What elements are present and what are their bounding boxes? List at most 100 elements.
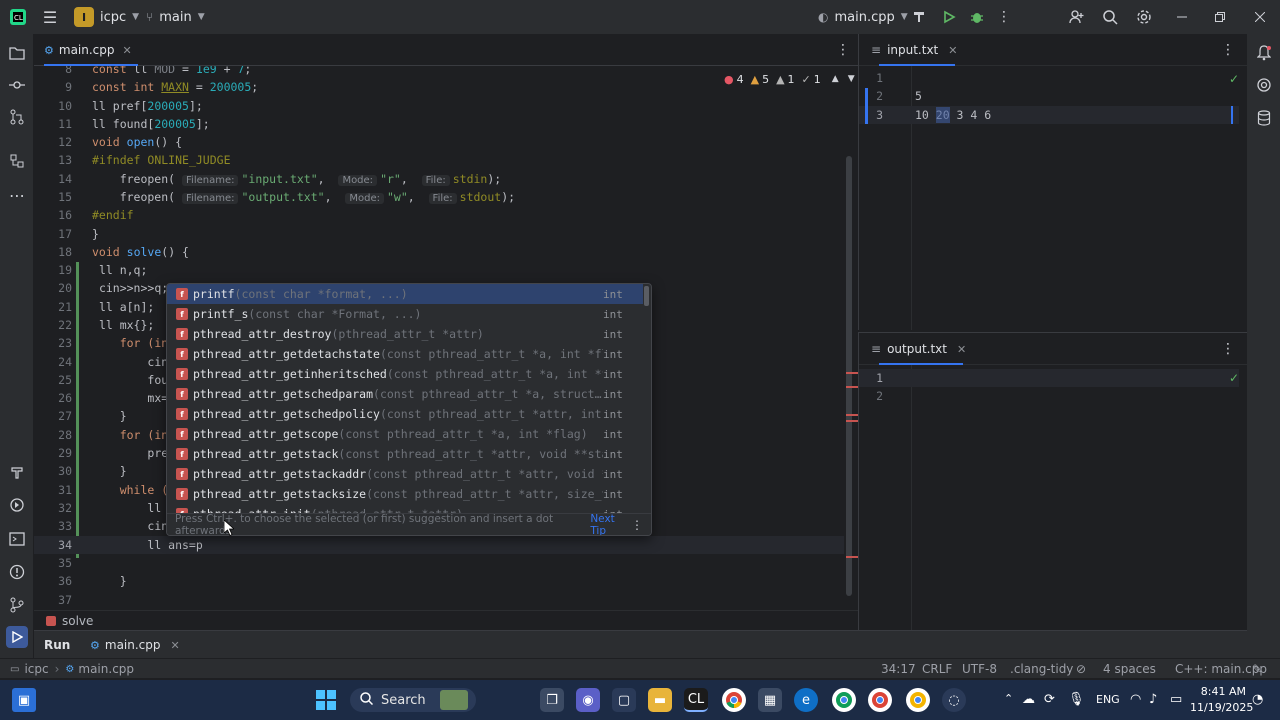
clion-taskbar-icon[interactable]: CL [684, 688, 708, 712]
windows-start-icon[interactable] [314, 688, 338, 712]
onedrive-cloud-icon[interactable]: ☁ [1022, 692, 1035, 707]
terminal-icon[interactable] [6, 528, 28, 550]
debug-icon[interactable] [966, 0, 988, 34]
function-icon: f [176, 408, 188, 420]
store-icon[interactable]: ▦ [758, 688, 782, 712]
breadcrumb[interactable]: solve [34, 610, 858, 630]
chevron-down-icon[interactable]: ▼ [848, 74, 855, 84]
settings-gear-icon[interactable] [1133, 0, 1155, 34]
sync-icon[interactable]: ⟳ [1044, 692, 1055, 707]
problems-icon[interactable] [6, 561, 28, 583]
notifications-bell-icon[interactable] [1253, 42, 1275, 64]
file-encoding[interactable]: UTF-8 [962, 659, 997, 679]
code-completion-popup[interactable]: f printf (const char *format, ...) int f prin… [166, 283, 652, 536]
taskbar-search[interactable]: Search [350, 688, 476, 712]
error-stripe-mark[interactable] [846, 386, 858, 388]
line-separator[interactable]: CRLF [922, 659, 952, 679]
close-tab-icon[interactable]: ✕ [948, 44, 957, 57]
task-view-icon[interactable]: ❐ [540, 688, 564, 712]
completion-item[interactable]: f pthread_attr_getdetachstate (const pthre… [167, 344, 643, 364]
project-switcher[interactable]: I icpc ▼ [74, 0, 139, 34]
search-icon[interactable] [1099, 0, 1121, 34]
completion-item[interactable]: f pthread_attr_getscope (const pthread_att… [167, 424, 643, 444]
more-tools-icon[interactable]: ⋯ [6, 184, 28, 206]
branch-switcher[interactable]: ⑂ main ▼ [146, 0, 205, 34]
tab-input-txt[interactable]: ≡ input.txt ✕ [871, 34, 957, 66]
clang-tidy-status[interactable]: .clang-tidy [1010, 659, 1073, 679]
breadcrumb-item[interactable]: solve [62, 614, 93, 628]
editor-scrollbar[interactable] [846, 156, 852, 596]
build-icon[interactable] [908, 0, 930, 34]
close-tab-icon[interactable]: ✕ [123, 44, 132, 57]
pinned-app-icon[interactable]: ◌ [942, 688, 966, 712]
completion-item[interactable]: f pthread_attr_getstackaddr (const pthread… [167, 464, 643, 484]
snip-tool-icon[interactable]: ▢ [612, 688, 636, 712]
completion-item[interactable]: f pthread_attr_getstack (const pthread_att… [167, 444, 643, 464]
completion-item[interactable]: f printf_s (const char *Format, ...) int [167, 304, 643, 324]
status-project[interactable]: icpc [24, 662, 48, 676]
version-control-icon[interactable] [6, 594, 28, 616]
completion-item[interactable]: f pthread_attr_getstacksize (const pthread… [167, 484, 643, 504]
read-only-toggle-icon[interactable]: ✎ [1252, 659, 1262, 679]
restore-button[interactable] [1208, 0, 1232, 34]
commit-icon[interactable] [6, 74, 28, 96]
close-tab-icon[interactable]: ✕ [171, 639, 180, 652]
add-user-icon[interactable] [1066, 0, 1088, 34]
battery-icon[interactable]: ▭ [1170, 692, 1182, 707]
close-window-button[interactable] [1248, 0, 1272, 34]
widgets-icon[interactable]: ▣ [12, 688, 36, 712]
chrome-profile-icon[interactable] [868, 688, 892, 712]
notification-center-icon[interactable]: ◔ [1252, 692, 1263, 707]
tab-main-cpp[interactable]: ⚙ main.cpp ✕ [44, 34, 138, 66]
status-breadcrumb[interactable]: ▭ icpc › ⚙ main.cpp [10, 659, 134, 679]
completion-item[interactable]: f printf (const char *format, ...) int [167, 284, 643, 304]
database-icon[interactable] [1253, 107, 1275, 129]
completion-item[interactable]: f pthread_attr_destroy (pthread_attr_t *at… [167, 324, 643, 344]
main-menu-icon[interactable]: ☰ [38, 0, 62, 34]
teams-icon[interactable]: ◉ [576, 688, 600, 712]
error-stripe-mark[interactable] [846, 414, 858, 416]
indent-setting[interactable]: 4 spaces [1103, 659, 1156, 679]
caret-position[interactable]: 34:17 [881, 659, 916, 679]
volume-icon[interactable]: ♪ [1149, 692, 1157, 707]
chrome-icon[interactable] [722, 688, 746, 712]
tab-options-icon[interactable]: ⋮ [1221, 341, 1235, 357]
completion-item[interactable]: f pthread_attr_getschedparam (const pthrea… [167, 384, 643, 404]
run-icon[interactable] [938, 0, 960, 34]
status-file[interactable]: main.cpp [78, 662, 134, 676]
ai-assistant-icon[interactable] [1253, 74, 1275, 96]
tab-output-txt[interactable]: ≡ output.txt ✕ [871, 333, 966, 365]
completion-item[interactable]: f pthread_attr_getschedpolicy (const pthre… [167, 404, 643, 424]
run-tab-main-cpp[interactable]: ⚙ main.cpp ✕ [90, 631, 180, 659]
project-folder-icon[interactable] [6, 42, 28, 64]
run-config-selector[interactable]: ◐ main.cpp ▼ [818, 0, 908, 34]
vcs-change-marker[interactable] [865, 88, 868, 124]
close-tab-icon[interactable]: ✕ [957, 343, 966, 356]
error-stripe-mark[interactable] [846, 556, 858, 558]
error-stripe-mark[interactable] [846, 420, 858, 422]
build-tool-icon[interactable] [6, 462, 28, 484]
structure-icon[interactable] [6, 150, 28, 172]
file-explorer-icon[interactable]: ▬ [648, 688, 672, 712]
error-stripe-mark[interactable] [846, 372, 858, 374]
no-inspection-icon[interactable]: ⊘ [1076, 659, 1086, 679]
microphone-icon[interactable]: 🎙 [1068, 692, 1085, 707]
language-indicator[interactable]: ENG [1096, 693, 1120, 706]
tab-options-icon[interactable]: ⋮ [1221, 42, 1235, 58]
services-icon[interactable] [6, 494, 28, 516]
wifi-icon[interactable]: ◠ [1130, 692, 1141, 707]
next-tip-link[interactable]: Next Tip [590, 513, 631, 536]
show-hidden-icons-chevron[interactable]: ⌃ [1004, 692, 1013, 705]
run-tool-icon[interactable] [6, 626, 28, 648]
chrome-profile-icon[interactable] [906, 688, 930, 712]
minimize-button[interactable] [1170, 0, 1194, 34]
chrome-profile-icon[interactable] [832, 688, 856, 712]
edge-icon[interactable]: e [794, 688, 818, 712]
popup-options-icon[interactable]: ⋮ [631, 518, 643, 532]
popup-scrollbar[interactable] [644, 286, 649, 306]
more-actions-icon[interactable]: ⋮ [994, 0, 1014, 34]
completion-item[interactable]: f pthread_attr_getinheritsched (const pthr… [167, 364, 643, 384]
tab-options-icon[interactable]: ⋮ [836, 42, 850, 58]
clock[interactable]: 8:41 AM 11/19/2025 [1190, 684, 1253, 716]
pull-requests-icon[interactable] [6, 106, 28, 128]
